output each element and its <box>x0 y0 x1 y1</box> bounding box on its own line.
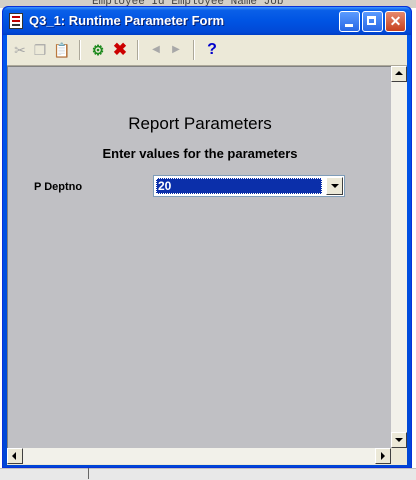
previous-page-icon[interactable]: ◀ <box>147 41 165 59</box>
toolbar-separator <box>79 40 81 60</box>
title-bar[interactable]: Q3_1: Runtime Parameter Form ✕ <box>3 7 411 35</box>
window-title: Q3_1: Runtime Parameter Form <box>29 13 225 28</box>
maximize-button[interactable] <box>362 11 383 32</box>
form-subtitle: Enter values for the parameters <box>102 146 298 161</box>
form-title: Report Parameters <box>128 114 272 133</box>
help-icon[interactable]: ? <box>203 41 221 59</box>
minimize-button[interactable] <box>339 11 360 32</box>
parameter-form-area: Report Parameters Enter values for the p… <box>7 66 391 448</box>
p-deptno-selected-value[interactable]: 20 <box>156 178 322 194</box>
scroll-up-icon[interactable] <box>391 66 407 82</box>
paste-icon[interactable]: 📋 <box>53 41 71 59</box>
toolbar-separator <box>137 40 139 60</box>
copy-icon[interactable]: ❐ <box>31 41 49 59</box>
report-form-icon[interactable] <box>9 13 23 29</box>
next-page-icon[interactable]: ▶ <box>167 41 185 59</box>
background-window-marker <box>88 468 159 479</box>
horizontal-scrollbar[interactable] <box>7 448 391 464</box>
run-report-icon[interactable]: ⚙ <box>89 41 107 59</box>
runtime-parameter-form-window: Q3_1: Runtime Parameter Form ✕ ✂ ❐ 📋 ⚙ ✖… <box>2 6 412 468</box>
close-icon: ✕ <box>389 13 402 29</box>
scrollbar-corner <box>391 448 407 464</box>
dropdown-arrow-icon[interactable] <box>326 177 343 195</box>
close-button[interactable]: ✕ <box>385 11 406 32</box>
cancel-icon[interactable]: ✖ <box>111 41 129 59</box>
p-deptno-select[interactable]: 20 <box>153 175 345 197</box>
scroll-left-icon[interactable] <box>7 448 23 464</box>
scroll-down-icon[interactable] <box>391 432 407 448</box>
toolbar: ✂ ❐ 📋 ⚙ ✖ ◀ ▶ ? <box>7 35 407 66</box>
parameter-label-p-deptno: P Deptno <box>34 181 83 193</box>
background-window-bottom <box>0 468 416 480</box>
window-client-area: ✂ ❐ 📋 ⚙ ✖ ◀ ▶ ? Report Parameters Enter … <box>7 35 407 465</box>
vertical-scrollbar[interactable] <box>391 66 407 448</box>
cut-icon[interactable]: ✂ <box>11 41 29 59</box>
toolbar-separator <box>193 40 195 60</box>
scroll-right-icon[interactable] <box>375 448 391 464</box>
